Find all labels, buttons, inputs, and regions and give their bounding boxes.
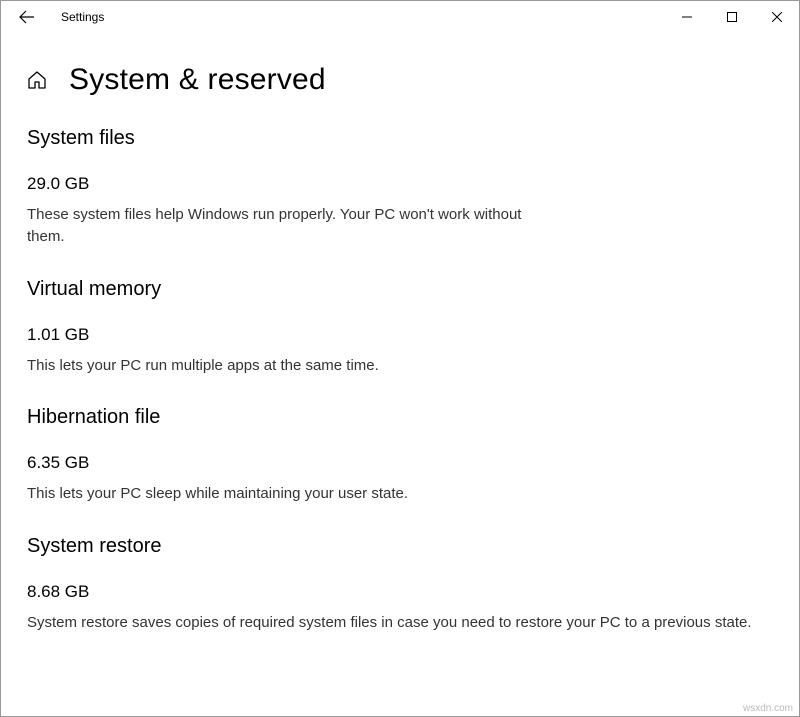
section-description: These system files help Windows run prop… [27,204,527,248]
minimize-button[interactable] [664,1,709,33]
section-size: 8.68 GB [27,582,773,602]
window-controls [664,1,799,33]
page-title: System & reserved [69,63,326,97]
section-system-files: System files 29.0 GB These system files … [27,127,773,248]
section-size: 6.35 GB [27,453,773,473]
back-button[interactable] [11,1,43,33]
minimize-icon [682,12,692,22]
section-size: 29.0 GB [27,174,773,194]
back-arrow-icon [19,9,35,25]
section-hibernation-file: Hibernation file 6.35 GB This lets your … [27,406,773,505]
close-icon [772,12,782,22]
titlebar: Settings [1,1,799,33]
close-button[interactable] [754,1,799,33]
watermark: wsxdn.com [743,703,793,714]
section-heading: Hibernation file [27,406,773,429]
window-title: Settings [61,10,104,24]
section-description: This lets your PC sleep while maintainin… [27,483,773,505]
section-heading: System restore [27,535,773,558]
section-size: 1.01 GB [27,325,773,345]
section-heading: System files [27,127,773,150]
home-button[interactable] [27,70,47,90]
section-system-restore: System restore 8.68 GB System restore sa… [27,535,773,634]
maximize-button[interactable] [709,1,754,33]
section-description: System restore saves copies of required … [27,612,773,634]
content-area: System files 29.0 GB These system files … [1,107,799,690]
maximize-icon [727,12,737,22]
section-description: This lets your PC run multiple apps at t… [27,355,773,377]
section-heading: Virtual memory [27,278,773,301]
home-icon [27,70,47,90]
section-virtual-memory: Virtual memory 1.01 GB This lets your PC… [27,278,773,377]
page-header: System & reserved [1,33,799,107]
